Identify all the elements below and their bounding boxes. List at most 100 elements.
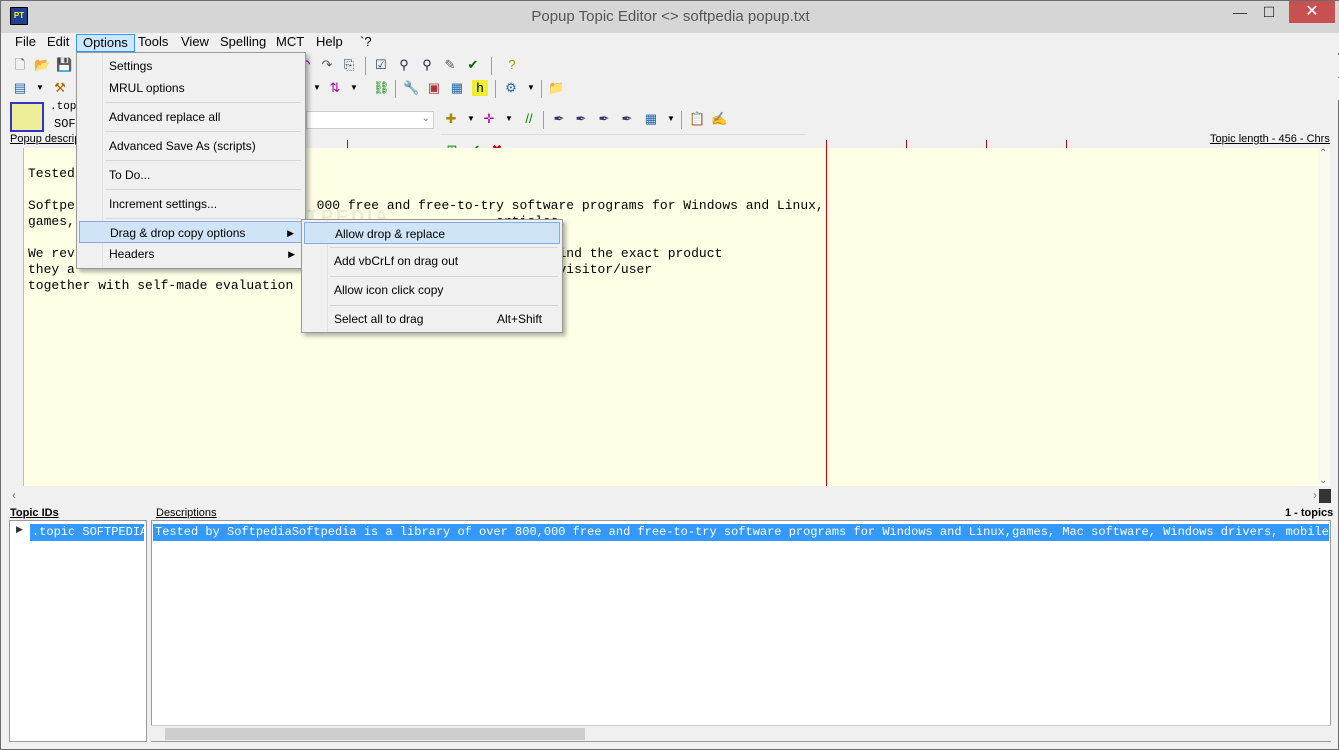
chevron-down-icon[interactable]: ⌄ bbox=[422, 113, 430, 124]
menu-edit[interactable]: Edit bbox=[41, 34, 75, 52]
menu-mct[interactable]: MCT bbox=[270, 34, 310, 52]
menu-separator bbox=[330, 247, 558, 248]
pen-icon[interactable]: ✒ bbox=[551, 111, 567, 127]
menu-item-advanced-save-as[interactable]: Advanced Save As (scripts) bbox=[79, 135, 303, 157]
menu-item-allow-drop-replace[interactable]: Allow drop & replace bbox=[304, 222, 560, 244]
binoculars-icon[interactable]: ⚲ bbox=[396, 57, 412, 73]
descriptions-label: Descriptions bbox=[156, 507, 217, 519]
header-icon[interactable]: h bbox=[472, 80, 488, 96]
eraser-icon[interactable]: ✎ bbox=[442, 57, 458, 73]
submenu-arrow-icon: ▶ bbox=[288, 249, 295, 259]
menu-separator bbox=[330, 276, 558, 277]
find-replace-icon[interactable]: ⚲ bbox=[419, 57, 435, 73]
editor-horizontal-scrollbar[interactable]: ‹ › bbox=[9, 488, 1331, 504]
menu-separator bbox=[105, 131, 301, 132]
folder-icon[interactable]: 📁 bbox=[548, 80, 564, 96]
menu-bar: File Edit Options Tools View Spelling MC… bbox=[1, 33, 1339, 53]
toolbar-separator bbox=[495, 80, 496, 98]
close-button[interactable]: ✕ bbox=[1289, 1, 1335, 23]
add-topic-icon[interactable]: ✚ bbox=[443, 111, 459, 127]
menu-item-select-all-to-drag[interactable]: Select all to drag Alt+Shift bbox=[304, 308, 560, 330]
comment-icon[interactable]: // bbox=[521, 111, 537, 127]
title-bar[interactable]: PT Popup Topic Editor <> softpedia popup… bbox=[1, 1, 1339, 33]
menu-item-advanced-replace-all[interactable]: Advanced replace all bbox=[79, 106, 303, 128]
menu-item-label: Headers bbox=[109, 247, 155, 261]
margin-guide-line bbox=[826, 141, 827, 486]
layout-icon[interactable]: ▤ bbox=[12, 80, 28, 96]
menu-item-add-vbcrlf[interactable]: Add vbCrLf on drag out bbox=[304, 250, 560, 272]
menu-item-label: Drag & drop copy options bbox=[110, 226, 246, 240]
menu-tools[interactable]: Tools bbox=[132, 34, 174, 52]
add-subtopic-icon[interactable]: ✛ bbox=[481, 111, 497, 127]
wrench-icon[interactable]: 🔧 bbox=[403, 80, 419, 96]
chevron-down-icon[interactable]: ▼ bbox=[523, 80, 539, 96]
check-icon[interactable]: ☑ bbox=[373, 57, 389, 73]
list-item[interactable]: .topic SOFTPEDIA bbox=[30, 524, 144, 541]
menu-shortcut: Alt+Shift bbox=[496, 312, 542, 326]
document-icon[interactable]: ▦ bbox=[449, 80, 465, 96]
description-list[interactable]: Tested by SoftpediaSoftpedia is a librar… bbox=[151, 520, 1331, 742]
chevron-left-icon[interactable]: ‹ bbox=[12, 488, 16, 502]
menu-item-drag-drop-copy-options[interactable]: Drag & drop copy options ▶ bbox=[79, 221, 303, 243]
chevron-up-icon[interactable]: ⌃ bbox=[1319, 148, 1327, 159]
menu-item-label: Select all to drag bbox=[334, 312, 424, 326]
copy-icon[interactable]: ⎘ bbox=[341, 57, 357, 73]
settings-icon[interactable]: ⚙ bbox=[503, 80, 519, 96]
menu-item-mrul-options[interactable]: MRUL options bbox=[79, 77, 303, 99]
chevron-down-icon[interactable]: ▼ bbox=[32, 80, 48, 96]
redo-icon[interactable]: ↷ bbox=[319, 57, 335, 73]
menu-item-allow-icon-click-copy[interactable]: Allow icon click copy bbox=[304, 279, 560, 301]
save-icon[interactable]: 💾 bbox=[56, 57, 72, 73]
menu-item-increment-settings[interactable]: Increment settings... bbox=[79, 193, 303, 215]
tools-icon[interactable]: ⚒ bbox=[52, 80, 68, 96]
menu-file[interactable]: File bbox=[9, 34, 42, 52]
vertical-scrollbar[interactable]: ⌃ ⌄ bbox=[1318, 148, 1330, 486]
spell-check-icon[interactable]: ✔ bbox=[465, 57, 481, 73]
submenu-arrow-icon: ▶ bbox=[287, 228, 294, 238]
toolbar-editing: ✚ ▼ ✛ ▼ // ✒ ✒ ✒ ✒ ▦ ▼ 📋 ✍ bbox=[441, 109, 801, 131]
grid-icon[interactable]: ▦ bbox=[643, 111, 659, 127]
link-icon[interactable]: ⛓ bbox=[373, 80, 390, 96]
minimize-button[interactable]: — bbox=[1226, 1, 1254, 23]
chevron-down-icon[interactable]: ⌄ bbox=[1319, 475, 1327, 486]
chevron-down-icon[interactable]: ▼ bbox=[346, 80, 362, 96]
menu-spelling[interactable]: Spelling bbox=[214, 34, 272, 52]
ruler-tick bbox=[1066, 140, 1067, 148]
edit-note-icon[interactable]: ✍ bbox=[711, 111, 727, 127]
new-file-icon[interactable]: 🗋 bbox=[12, 57, 28, 73]
description-horizontal-scrollbar[interactable] bbox=[151, 725, 1331, 741]
menu-item-to-do[interactable]: To Do... bbox=[79, 164, 303, 186]
toolbar-separator bbox=[543, 111, 544, 129]
chevron-right-icon[interactable]: › bbox=[1313, 488, 1317, 502]
open-folder-icon[interactable]: 📂 bbox=[34, 57, 50, 73]
pen-plus-icon[interactable]: ✒ bbox=[573, 111, 589, 127]
chevron-down-icon[interactable]: ▼ bbox=[463, 111, 479, 127]
menu-separator bbox=[105, 102, 301, 103]
topic-description-input[interactable]: ⌄ bbox=[306, 111, 434, 129]
pen-edit-icon[interactable]: ✒ bbox=[619, 111, 635, 127]
menu-help[interactable]: Help bbox=[310, 34, 349, 52]
list-item[interactable]: Tested by SoftpediaSoftpedia is a librar… bbox=[153, 524, 1329, 541]
app-window: PT Popup Topic Editor <> softpedia popup… bbox=[0, 0, 1339, 750]
ruler-tick bbox=[347, 140, 348, 148]
window-title: Popup Topic Editor <> softpedia popup.tx… bbox=[531, 8, 810, 25]
chevron-down-icon[interactable]: ▼ bbox=[309, 80, 325, 96]
menu-about[interactable]: `? bbox=[354, 34, 378, 52]
menu-item-headers[interactable]: Headers ▶ bbox=[79, 243, 303, 265]
menu-view[interactable]: View bbox=[175, 34, 215, 52]
topic-id-list[interactable]: ▶ .topic SOFTPEDIA bbox=[9, 520, 147, 742]
menu-item-settings[interactable]: Settings bbox=[79, 55, 303, 77]
scrollbar-thumb[interactable] bbox=[165, 728, 585, 740]
topic-icon[interactable] bbox=[10, 102, 44, 132]
sort-icon[interactable]: ⇅ bbox=[327, 80, 343, 96]
image-icon[interactable]: ▣ bbox=[426, 80, 442, 96]
menu-separator bbox=[105, 160, 301, 161]
chevron-down-icon[interactable]: ▼ bbox=[663, 111, 679, 127]
pen-minus-icon[interactable]: ✒ bbox=[596, 111, 612, 127]
help-pointer-icon[interactable]: ? bbox=[504, 57, 520, 73]
menu-separator bbox=[105, 218, 301, 219]
paste-icon[interactable]: 📋 bbox=[689, 111, 705, 127]
chevron-down-icon[interactable]: ▼ bbox=[501, 111, 517, 127]
maximize-button[interactable]: ☐ bbox=[1255, 1, 1283, 23]
menu-options[interactable]: Options bbox=[76, 34, 135, 52]
